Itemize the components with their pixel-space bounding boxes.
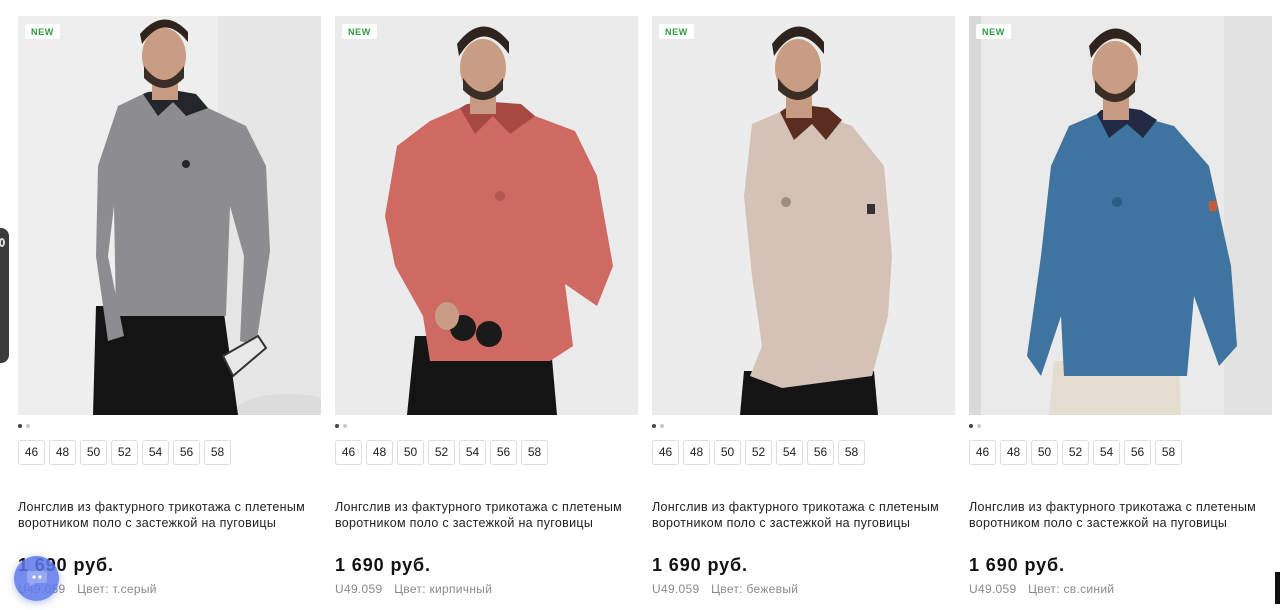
product-color: Цвет: св.синий — [1028, 582, 1115, 596]
size-option[interactable]: 52 — [111, 440, 138, 465]
side-panel-tab[interactable] — [0, 228, 9, 363]
size-option[interactable]: 56 — [490, 440, 517, 465]
new-badge: NEW — [976, 24, 1011, 39]
chat-bubble-icon — [27, 571, 47, 587]
product-card[interactable]: NEW 46 48 50 52 54 56 58 Лонгслив из фак… — [969, 16, 1272, 596]
carousel-dot[interactable] — [18, 423, 22, 428]
product-meta: U49.059 Цвет: кирпичный — [335, 582, 638, 596]
size-selector: 46 48 50 52 54 56 58 — [969, 440, 1272, 465]
product-sku: U49.059 — [969, 582, 1017, 596]
product-color: Цвет: т.серый — [77, 582, 157, 596]
product-title-line: воротником поло с застежкой на пуговицы — [652, 515, 911, 530]
size-option[interactable]: 58 — [1155, 440, 1182, 465]
size-option[interactable]: 48 — [366, 440, 393, 465]
new-badge: NEW — [25, 24, 60, 39]
product-price: 1 690 руб. — [652, 555, 748, 575]
product-sku: U49.059 — [335, 582, 383, 596]
size-option[interactable]: 50 — [397, 440, 424, 465]
size-option[interactable]: 54 — [776, 440, 803, 465]
model-photo — [969, 16, 1272, 415]
size-option[interactable]: 58 — [521, 440, 548, 465]
size-option[interactable]: 58 — [204, 440, 231, 465]
carousel-dot[interactable] — [652, 423, 656, 428]
size-option[interactable]: 58 — [838, 440, 865, 465]
size-option[interactable]: 48 — [683, 440, 710, 465]
product-meta: U49.059 Цвет: т.серый — [18, 582, 321, 596]
size-selector: 46 48 50 52 54 56 58 — [335, 440, 638, 465]
product-photo[interactable]: NEW — [652, 16, 955, 415]
size-option[interactable]: 46 — [18, 440, 45, 465]
product-title[interactable]: Лонгслив из фактурного трикотажа с плете… — [652, 500, 962, 531]
size-option[interactable]: 46 — [969, 440, 996, 465]
product-card[interactable]: NEW 46 48 50 52 54 56 58 Лонгслив из фак… — [18, 16, 321, 596]
product-title-line: Лонгслив из фактурного трикотажа с плете… — [18, 500, 306, 514]
size-option[interactable]: 48 — [1000, 440, 1027, 465]
product-title-line: воротником поло с застежкой на пуговицы — [335, 515, 594, 530]
product-title-line: Лонгслив из фактурного трикотажа с плете… — [335, 500, 623, 514]
size-option[interactable]: 54 — [459, 440, 486, 465]
size-option[interactable]: 54 — [142, 440, 169, 465]
product-title-line: воротником поло с застежкой на пуговицы — [18, 515, 277, 530]
size-option[interactable]: 50 — [1031, 440, 1058, 465]
product-title[interactable]: Лонгслив из фактурного трикотажа с плете… — [18, 500, 328, 531]
size-option[interactable]: 52 — [428, 440, 455, 465]
scroll-indicator — [1275, 572, 1280, 604]
tab-handle-icon — [0, 238, 5, 247]
product-title-line: воротником поло с застежкой на пуговицы — [969, 515, 1228, 530]
chat-button[interactable] — [14, 556, 59, 601]
product-photo[interactable]: NEW — [335, 16, 638, 415]
product-meta: U49.059 Цвет: св.синий — [969, 582, 1272, 596]
new-badge: NEW — [342, 24, 377, 39]
product-photo[interactable]: NEW — [969, 16, 1272, 415]
size-option[interactable]: 56 — [173, 440, 200, 465]
product-title[interactable]: Лонгслив из фактурного трикотажа с плете… — [335, 500, 645, 531]
product-color: Цвет: кирпичный — [394, 582, 493, 596]
product-price: 1 690 руб. — [969, 555, 1065, 575]
size-option[interactable]: 46 — [335, 440, 362, 465]
product-color: Цвет: бежевый — [711, 582, 799, 596]
carousel-dot[interactable] — [26, 423, 30, 428]
product-grid: NEW 46 48 50 52 54 56 58 Лонгслив из фак… — [0, 0, 1280, 610]
carousel-dot[interactable] — [977, 423, 981, 428]
product-card[interactable]: NEW 46 48 50 52 54 56 58 Лонгслив из фак… — [335, 16, 638, 596]
product-title[interactable]: Лонгслив из фактурного трикотажа с плете… — [969, 500, 1279, 531]
image-carousel-dots[interactable] — [18, 423, 321, 428]
product-title-line: Лонгслив из фактурного трикотажа с плете… — [969, 500, 1257, 514]
product-price: 1 690 руб. — [335, 555, 431, 575]
carousel-dot[interactable] — [660, 423, 664, 428]
new-badge: NEW — [659, 24, 694, 39]
carousel-dot[interactable] — [969, 423, 973, 428]
carousel-dot[interactable] — [343, 423, 347, 428]
model-photo — [335, 16, 638, 415]
model-photo — [18, 16, 321, 415]
product-price: 1 690 руб. — [18, 555, 114, 575]
image-carousel-dots[interactable] — [969, 423, 1272, 428]
size-option[interactable]: 54 — [1093, 440, 1120, 465]
carousel-dot[interactable] — [335, 423, 339, 428]
size-option[interactable]: 50 — [80, 440, 107, 465]
image-carousel-dots[interactable] — [652, 423, 955, 428]
size-option[interactable]: 56 — [1124, 440, 1151, 465]
model-photo — [652, 16, 955, 415]
size-option[interactable]: 56 — [807, 440, 834, 465]
product-meta: U49.059 Цвет: бежевый — [652, 582, 955, 596]
size-option[interactable]: 48 — [49, 440, 76, 465]
size-option[interactable]: 52 — [745, 440, 772, 465]
size-option[interactable]: 46 — [652, 440, 679, 465]
product-photo[interactable]: NEW — [18, 16, 321, 415]
size-option[interactable]: 50 — [714, 440, 741, 465]
size-option[interactable]: 52 — [1062, 440, 1089, 465]
size-selector: 46 48 50 52 54 56 58 — [652, 440, 955, 465]
image-carousel-dots[interactable] — [335, 423, 638, 428]
product-card[interactable]: NEW 46 48 50 52 54 56 58 Лонгслив из фак… — [652, 16, 955, 596]
size-selector: 46 48 50 52 54 56 58 — [18, 440, 321, 465]
product-title-line: Лонгслив из фактурного трикотажа с плете… — [652, 500, 940, 514]
product-sku: U49.059 — [652, 582, 700, 596]
